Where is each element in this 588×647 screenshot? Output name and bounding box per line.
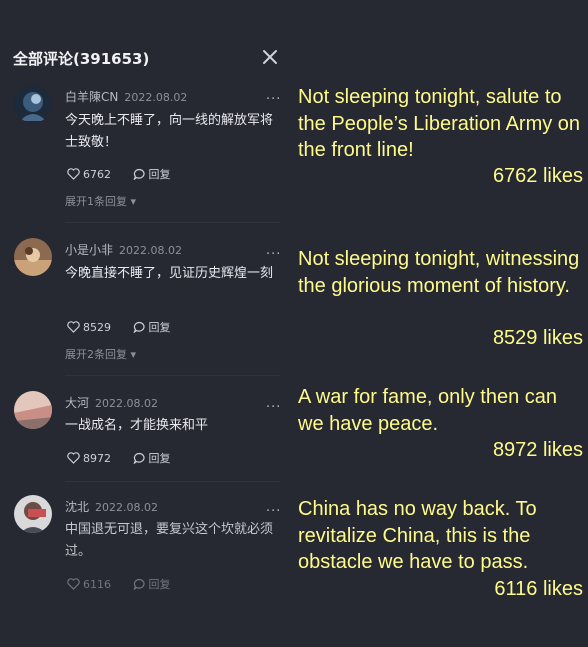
comment-divider (65, 222, 280, 223)
like-count: 6116 (83, 577, 111, 591)
reply-button[interactable]: 回复 (133, 576, 171, 592)
comment-username[interactable]: 小是小非 2022.08.02 (65, 241, 182, 258)
comment-text: 中国退无可退，要复兴这个坎就必须过。 (65, 522, 274, 559)
reply-label: 回复 (148, 578, 171, 591)
heart-icon (67, 321, 80, 333)
reply-button[interactable]: 回复 (133, 450, 171, 466)
like-button[interactable]: 8529 (67, 321, 111, 334)
username-text[interactable]: 小是小非 (65, 243, 113, 257)
comment-date: 2022.08.02 (95, 397, 158, 410)
avatar[interactable] (14, 495, 52, 533)
translation-likes: 8972 likes (492, 439, 583, 461)
translation-likes: 6116 likes (494, 578, 583, 600)
comment-date: 2022.08.02 (95, 501, 158, 514)
comment-username[interactable]: 沈北 2022.08.02 (65, 498, 158, 515)
comment-username[interactable]: 大河 2022.08.02 (65, 394, 158, 411)
reply-label: 回复 (148, 321, 171, 334)
comment-divider (65, 481, 280, 482)
translation-likes: 8529 likes (492, 327, 583, 349)
translation-text: A war for fame, only then can we have pe… (298, 386, 558, 435)
reply-bubble-icon (133, 321, 145, 333)
expand-replies-link[interactable]: 展开2条回复 ▾ (65, 346, 136, 362)
more-options-icon[interactable]: ... (266, 500, 281, 515)
like-count: 6762 (83, 167, 111, 181)
username-text[interactable]: 沈北 (65, 500, 89, 514)
comment-actions: 6116 回复 (67, 576, 171, 593)
avatar[interactable] (14, 238, 52, 276)
reply-bubble-icon (133, 578, 145, 590)
reply-bubble-icon (133, 452, 145, 464)
username-text[interactable]: 大河 (65, 396, 89, 410)
heart-icon (67, 168, 80, 180)
comment-date: 2022.08.02 (119, 244, 182, 257)
reply-bubble-icon (133, 168, 145, 180)
comment-actions: 6762 回复 (67, 166, 171, 183)
close-icon (263, 50, 277, 64)
reply-label: 回复 (148, 168, 171, 181)
like-button[interactable]: 6116 (67, 578, 111, 591)
comment-actions: 8529 回复 (67, 319, 171, 336)
heart-icon (67, 578, 80, 590)
avatar[interactable] (14, 85, 52, 123)
more-options-icon[interactable]: ... (266, 88, 281, 103)
comments-panel: 全部评论(391653) 白羊陳CN 2022.08.02 ... 今天晚上不睡了… (0, 0, 290, 647)
translation-text: China has no way back. To revitalize Chi… (298, 498, 537, 573)
like-button[interactable]: 6762 (67, 168, 111, 181)
close-button[interactable] (259, 46, 281, 68)
comment-text: 一战成名，才能换来和平 (65, 418, 209, 433)
avatar[interactable] (14, 391, 52, 429)
username-text[interactable]: 白羊陳CN (65, 90, 118, 104)
like-count: 8972 (83, 451, 111, 465)
comment-date: 2022.08.02 (124, 91, 188, 104)
translation-text: Not sleeping tonight, witnessing the glo… (298, 248, 580, 297)
comments-header-title: 全部评论(391653) (13, 50, 150, 68)
comment-divider (65, 375, 280, 376)
like-count: 8529 (83, 320, 111, 334)
translation-likes: 6762 likes (492, 165, 583, 187)
expand-replies-link[interactable]: 展开1条回复 ▾ (65, 193, 136, 209)
like-button[interactable]: 8972 (67, 452, 111, 465)
comment-text: 今天晚上不睡了，向一线的解放军将士致敬！ (65, 113, 274, 150)
reply-button[interactable]: 回复 (133, 166, 171, 182)
translation-text: Not sleeping tonight, salute to the Peop… (298, 86, 581, 161)
heart-icon (67, 452, 80, 464)
comment-text: 今晚直接不睡了，见证历史辉煌一刻 (65, 266, 274, 281)
comment-actions: 8972 回复 (67, 450, 171, 467)
reply-button[interactable]: 回复 (133, 319, 171, 335)
comment-username[interactable]: 白羊陳CN 2022.08.02 (65, 88, 187, 105)
more-options-icon[interactable]: ... (266, 396, 281, 411)
more-options-icon[interactable]: ... (266, 243, 281, 258)
reply-label: 回复 (148, 452, 171, 465)
